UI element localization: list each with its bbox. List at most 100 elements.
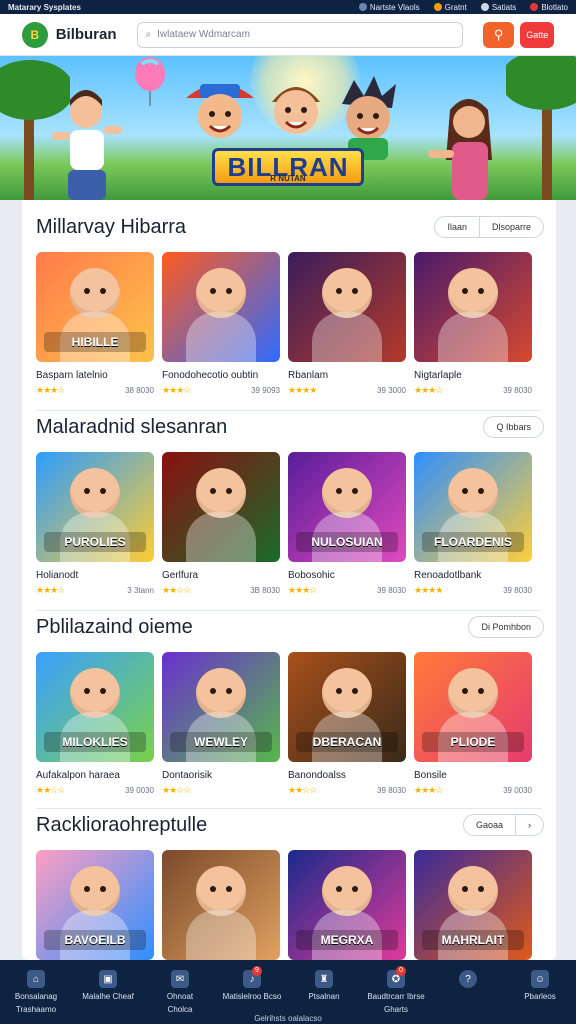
section-action-button[interactable]: Gaoaa <box>462 814 516 836</box>
game-thumbnail[interactable]: MILOKLIES <box>36 652 154 762</box>
game-title[interactable]: Basparn latelnio <box>36 370 154 381</box>
character-girl-right <box>428 99 492 200</box>
character-body <box>186 512 256 562</box>
game-card[interactable]: WEWLEY Dontaorisik ★★☆☆ <box>162 652 280 796</box>
section-action-button[interactable]: Q Ibbars <box>483 416 544 438</box>
game-title[interactable]: Renoadotlbank <box>414 570 532 581</box>
game-card[interactable]: HIBILLE Basparn latelnio ★★★☆ 38 8030 <box>36 252 154 396</box>
game-section: Millarvay Hibarra Ilaan Dlsoparre HIBILLE Ba… <box>22 200 556 400</box>
game-thumbnail[interactable]: MEGRXA <box>288 850 406 960</box>
system-bar: Matarary Sysplates Nartste Vlaols Gratnt… <box>0 0 576 14</box>
section-header: Malaradnid slesanran Q Ibbars <box>22 400 556 450</box>
star-rating: ★★★★ <box>288 385 317 395</box>
game-thumbnail[interactable]: DBERACAN <box>288 652 406 762</box>
play-count: 39 0030 <box>125 786 154 795</box>
game-card[interactable]: Nigtarlaple ★★★☆ 39 8030 <box>414 252 532 396</box>
game-thumbnail[interactable] <box>288 252 406 362</box>
balloon-icon <box>135 57 165 106</box>
game-card[interactable]: BAVOEILB <box>36 850 154 960</box>
game-card[interactable]: MEGRXA <box>288 850 406 960</box>
star-rating: ★★☆☆ <box>288 785 317 795</box>
nav-item-sublabel: Cholca <box>167 1005 193 1014</box>
section-action-button[interactable]: Ilaan <box>434 216 480 238</box>
home-icon: ⌂ <box>27 970 45 988</box>
cart-icon <box>480 3 489 11</box>
game-card[interactable]: FLOARDENIS Renoadotlbank ★★★★ 39 8030 <box>414 452 532 596</box>
game-logo-text: PLIODE <box>422 732 524 752</box>
game-card[interactable]: DBERACAN Banondoalss ★★☆☆ 39 8030 <box>288 652 406 796</box>
character-face <box>196 268 246 318</box>
game-thumbnail[interactable]: HIBILLE <box>36 252 154 362</box>
nav-item-label: Matislelroo Bcso <box>222 992 282 1001</box>
character-body <box>312 312 382 362</box>
character-eye <box>84 288 90 294</box>
games-row: MILOKLIES Aufakalpon haraea ★★☆☆ 39 0030 WEW… <box>36 652 532 796</box>
game-thumbnail[interactable]: PUROLIES <box>36 452 154 562</box>
character-face <box>448 468 498 518</box>
game-card[interactable]: Gerlfura ★★☆☆ 3B 8030 <box>162 452 280 596</box>
character-eye <box>336 688 342 694</box>
system-item-3[interactable]: Satiats <box>480 3 516 12</box>
game-thumbnail[interactable] <box>414 252 532 362</box>
character-eye <box>336 288 342 294</box>
game-card[interactable]: Fonodohecotio oubtin ★★★☆ 39 9093 <box>162 252 280 396</box>
game-thumbnail[interactable] <box>162 452 280 562</box>
game-title[interactable]: Bonsile <box>414 770 532 781</box>
system-item-4[interactable]: Blotlato <box>530 3 568 12</box>
character-face <box>70 268 120 318</box>
app-logo[interactable]: B <box>22 21 48 48</box>
palm-tree-icon <box>506 56 576 200</box>
game-thumbnail[interactable]: NULOSUIAN <box>288 452 406 562</box>
game-thumbnail[interactable]: BAVOEILB <box>36 850 154 960</box>
game-card[interactable]: PUROLIES Holianodt ★★★☆ 3 3tann <box>36 452 154 596</box>
character-eye <box>336 886 342 892</box>
section-action-button[interactable]: Di Pomhbon <box>468 616 544 638</box>
game-title[interactable]: Nigtarlaple <box>414 370 532 381</box>
game-title[interactable]: Banondoalss <box>288 770 406 781</box>
game-thumbnail[interactable]: FLOARDENIS <box>414 452 532 562</box>
game-thumbnail[interactable]: WEWLEY <box>162 652 280 762</box>
game-card[interactable] <box>162 850 280 960</box>
game-thumbnail[interactable] <box>162 850 280 960</box>
game-title[interactable]: Bobosohic <box>288 570 406 581</box>
game-title[interactable]: Gerlfura <box>162 570 280 581</box>
game-title[interactable]: Aufakalpon haraea <box>36 770 154 781</box>
star-rating: ★★☆☆ <box>162 585 191 595</box>
game-thumbnail[interactable]: MAHRLAIT <box>414 850 532 960</box>
character-face <box>448 668 498 718</box>
game-card[interactable]: MAHRLAIT <box>414 850 532 960</box>
star-rating: ★★★☆ <box>36 585 65 595</box>
user-icon <box>530 3 539 11</box>
game-card[interactable]: Rbanlam ★★★★ 39 3000 <box>288 252 406 396</box>
character-body <box>438 312 508 362</box>
game-card[interactable]: NULOSUIAN Bobosohic ★★★☆ 39 8030 <box>288 452 406 596</box>
hero-banner[interactable]: BILLRAN R NUTAN <box>0 56 576 200</box>
login-button[interactable]: Gatte <box>520 21 554 48</box>
character-face <box>196 866 246 916</box>
character-eye <box>352 688 358 694</box>
game-title[interactable]: Dontaorisik <box>162 770 280 781</box>
game-meta: ★★★★ 39 3000 <box>288 385 406 396</box>
section-action-button[interactable]: › <box>516 814 544 836</box>
system-item-1[interactable]: Nartste Vlaols <box>358 3 420 12</box>
game-title[interactable]: Holianodt <box>36 570 154 581</box>
game-title[interactable]: Rbanlam <box>288 370 406 381</box>
section-action-button[interactable]: Dlsoparre <box>479 216 544 238</box>
character-eye <box>352 488 358 494</box>
section-title: Millarvay Hibarra <box>36 216 187 238</box>
game-title[interactable]: Fonodohecotio oubtin <box>162 370 280 381</box>
game-logo-text: MAHRLAIT <box>422 930 524 950</box>
character-eye <box>84 488 90 494</box>
system-brand: Matarary Sysplates <box>8 2 81 12</box>
search-button[interactable]: ⚲ <box>482 21 515 48</box>
system-item-2[interactable]: Gratnt <box>433 3 467 12</box>
bottom-navigation: ⌂ Bonsalanag Trashaamo ▣ Malalhe Cheaf ✉ Ohnoa… <box>0 960 576 1024</box>
game-card[interactable]: MILOKLIES Aufakalpon haraea ★★☆☆ 39 0030 <box>36 652 154 796</box>
search-input[interactable]: ⌕ Iwlataew Wdmarcam <box>136 21 463 48</box>
character-face <box>196 468 246 518</box>
game-thumbnail[interactable] <box>162 252 280 362</box>
game-thumbnail[interactable]: PLIODE <box>414 652 532 762</box>
game-card[interactable]: PLIODE Bonsile ★★★☆ 39 0030 <box>414 652 532 796</box>
star-rating: ★★★★ <box>414 585 443 595</box>
nav-item-sublabel: Trashaamo <box>15 1005 57 1014</box>
